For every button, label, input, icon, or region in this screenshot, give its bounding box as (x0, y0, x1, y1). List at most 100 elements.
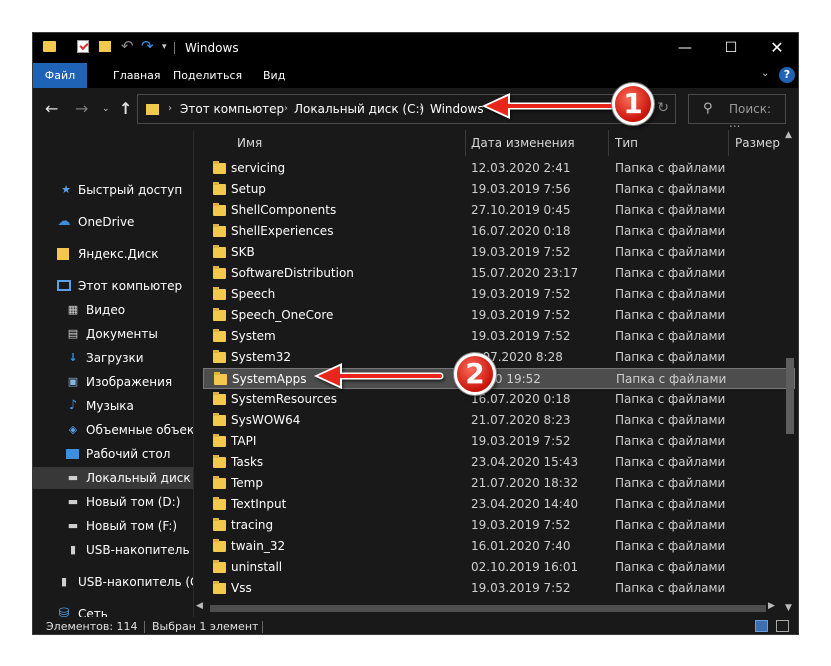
file-row[interactable]: SysWOW64 21.07.2020 8:23 Папка с файлами (203, 410, 795, 431)
file-row[interactable]: ShellExperiences 16.07.2020 0:18 Папка с ф… (203, 221, 795, 242)
video-icon: ▦ (67, 303, 79, 316)
tab-share[interactable]: Поделиться (161, 63, 254, 88)
file-row[interactable]: System 19.03.2019 7:52 Папка с файлами (203, 326, 795, 347)
refresh-icon[interactable]: ↻ (657, 100, 669, 116)
file-row[interactable]: Speech_OneCore 19.03.2019 7:52 Папка с фай… (203, 305, 795, 326)
file-row[interactable]: Setup 19.03.2019 7:56 Папка с файлами (203, 179, 795, 200)
sidebar-item-new-volume-f[interactable]: ▬ Новый том (F:) (33, 515, 193, 537)
search-input[interactable]: ⚲ Поиск: ... (688, 94, 786, 130)
pane-splitter[interactable] (193, 130, 194, 617)
file-date: 16.01.2020 7:40 (471, 539, 571, 553)
folder-icon (213, 518, 226, 531)
folder-icon (43, 41, 56, 52)
forward-button[interactable]: → (75, 99, 88, 118)
close-button[interactable]: ✕ (754, 33, 798, 63)
sidebar-item-new-volume-d[interactable]: ▬ Новый том (D:) (33, 491, 193, 513)
sidebar-item-video[interactable]: ▦ Видео (33, 299, 193, 321)
file-row[interactable]: twain_32 16.01.2020 7:40 Папка с файлами (203, 536, 795, 557)
up-button[interactable]: ↑ (119, 99, 132, 118)
vertical-scrollbar[interactable]: ▲ ▼ (783, 130, 797, 617)
sidebar-item-yandex-disk[interactable]: Яндекс.Диск (33, 243, 193, 265)
redo-icon[interactable]: ↷ (141, 37, 155, 55)
address-bar[interactable]: › Этот компьютер › Локальный диск (C:) ›… (137, 94, 676, 124)
file-row[interactable]: SKB 19.03.2019 7:52 Папка с файлами (203, 242, 795, 263)
file-row[interactable]: tracing 19.03.2019 7:52 Папка с файлами (203, 515, 795, 536)
scroll-down-icon[interactable]: ▼ (785, 603, 792, 613)
folder-icon (146, 104, 159, 115)
sidebar-item-documents[interactable]: ▤ Документы (33, 323, 193, 345)
file-list: ^ Имя Дата изменения Тип Размер servicin… (203, 130, 795, 602)
file-type: Папка с файлами (615, 350, 726, 364)
file-name: Temp (231, 476, 263, 490)
tab-file[interactable]: Файл (33, 63, 87, 88)
folder-icon (213, 350, 226, 363)
undo-icon[interactable]: ↶ (121, 37, 135, 55)
file-row[interactable]: SoftwareDistribution 15.07.2020 23:17 Папк… (203, 263, 795, 284)
sidebar-item-quick-access[interactable]: ★ Быстрый доступ (33, 179, 193, 201)
chevron-right-icon[interactable]: › (168, 103, 172, 114)
file-date: 23.04.2020 15:43 (471, 455, 579, 469)
window-title: Windows (185, 41, 239, 55)
chevron-right-icon[interactable]: › (284, 103, 288, 114)
horizontal-scrollbar[interactable]: ◀ ▶ (196, 601, 780, 615)
file-row[interactable]: uninstall 02.10.2019 16:01 Папка с файлами (203, 557, 795, 578)
file-date: 16.07.2020 0:18 (471, 392, 571, 406)
sidebar-item-onedrive[interactable]: ☁ OneDrive (33, 211, 193, 233)
file-row[interactable]: Vss 19.03.2019 7:52 Папка с файлами (203, 578, 795, 599)
sidebar-item-network[interactable]: ⛁ Сеть (33, 603, 193, 618)
file-row[interactable]: SystemApps 2020 19:52 Папка с файлами (203, 368, 795, 389)
file-date: 19.03.2019 7:52 (471, 308, 571, 322)
expand-ribbon-icon[interactable]: ⌄ (761, 68, 769, 79)
file-row[interactable]: TAPI 19.03.2019 7:52 Папка с файлами (203, 431, 795, 452)
column-header-name[interactable]: Имя (237, 130, 262, 156)
column-header-type[interactable]: Тип (615, 130, 638, 156)
file-row[interactable]: ShellComponents 27.10.2019 0:45 Папка с фа… (203, 200, 795, 221)
sidebar-item-downloads[interactable]: ↓ Загрузки (33, 347, 193, 369)
minimize-button[interactable]: — (662, 33, 708, 63)
sidebar-item-this-pc[interactable]: Этот компьютер (33, 275, 193, 297)
properties-icon[interactable] (77, 40, 89, 53)
file-date: 02.10.2019 16:01 (471, 560, 579, 574)
sidebar-item-music[interactable]: ♪ Музыка (33, 395, 193, 417)
file-type: Папка с файлами (615, 203, 726, 217)
file-row[interactable]: Temp 21.07.2020 18:32 Папка с файлами (203, 473, 795, 494)
sidebar-item-desktop[interactable]: Рабочий стол (33, 443, 193, 465)
tab-view[interactable]: Вид (251, 63, 297, 88)
sidebar-item-usb-drive-g[interactable]: ▮ USB-накопитель (G:) (33, 571, 193, 593)
scroll-left-icon[interactable]: ◀ (196, 601, 203, 611)
file-row[interactable]: servicing 12.03.2020 2:41 Папка с файлами (203, 158, 795, 179)
breadcrumb-this-pc[interactable]: Этот компьютер (180, 102, 284, 116)
file-type: Папка с файлами (615, 518, 726, 532)
help-button[interactable]: ? (779, 67, 795, 83)
scroll-up-icon[interactable]: ▲ (785, 130, 792, 140)
chevron-right-icon[interactable]: › (419, 103, 423, 114)
scrollbar-thumb[interactable] (786, 358, 794, 434)
column-header-size[interactable]: Размер (735, 130, 780, 156)
file-row[interactable]: System32 1.07.2020 8:28 Папка с файлами (203, 347, 795, 368)
file-date: 27.10.2019 0:45 (471, 203, 571, 217)
maximize-button[interactable]: ☐ (708, 33, 754, 63)
folder-icon (213, 203, 226, 216)
breadcrumb-local-disk[interactable]: Локальный диск (C:) (294, 102, 424, 116)
file-row[interactable]: TextInput 23.04.2020 14:40 Папка с файлами (203, 494, 795, 515)
sidebar-item-usb-drive-g-child[interactable]: ▮ USB-накопитель (G (33, 539, 193, 561)
scrollbar-thumb[interactable] (210, 605, 766, 612)
column-divider[interactable] (728, 130, 729, 156)
column-divider[interactable] (465, 130, 466, 156)
column-header-date[interactable]: Дата изменения (471, 130, 575, 156)
file-row[interactable]: Tasks 23.04.2020 15:43 Папка с файлами (203, 452, 795, 473)
sidebar-item-3d-objects[interactable]: ◈ Объемные объект (33, 419, 193, 441)
recent-locations-icon[interactable]: ⌄ (102, 104, 110, 114)
back-button[interactable]: ← (45, 99, 58, 118)
sidebar-item-pictures[interactable]: ▣ Изображения (33, 371, 193, 393)
folder-icon (213, 224, 226, 237)
file-row[interactable]: SystemResources 16.07.2020 0:18 Папка с фа… (203, 389, 795, 410)
details-view-icon[interactable] (755, 620, 768, 632)
column-divider[interactable] (608, 130, 609, 156)
sidebar-item-local-disk-c[interactable]: ▬ Локальный диск (С (33, 467, 193, 489)
scroll-right-icon[interactable]: ▶ (768, 601, 775, 611)
large-icons-view-icon[interactable] (775, 620, 789, 632)
breadcrumb-windows[interactable]: Windows (430, 102, 484, 116)
new-folder-icon[interactable] (99, 41, 111, 52)
file-row[interactable]: Speech 19.03.2019 7:52 Папка с файлами (203, 284, 795, 305)
